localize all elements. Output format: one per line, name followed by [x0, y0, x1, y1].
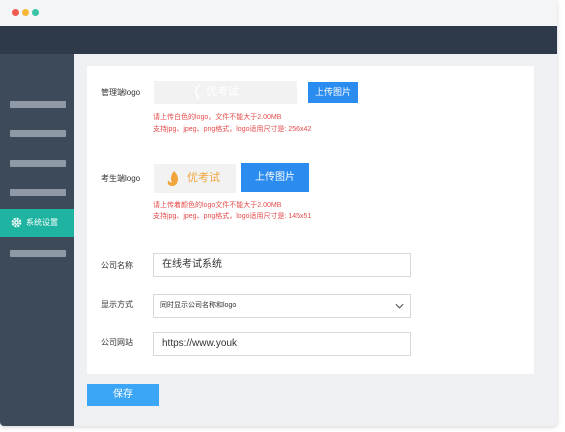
admin-logo-label: 管理端logo	[101, 88, 141, 97]
sidebar: 系统设置	[0, 54, 74, 426]
sidebar-item-placeholder	[10, 130, 66, 137]
sidebar-item-1[interactable]	[0, 90, 74, 118]
candidate-logo-preview: 优考试	[154, 164, 236, 193]
chevron-down-icon	[395, 303, 404, 309]
candidate-logo-hint-format: 支持jpg、jpeg、png格式，logo适用尺寸是: 145x51	[153, 213, 312, 220]
admin-logo-preview: 优考试	[154, 81, 297, 104]
admin-logo-text: 优考试	[206, 86, 239, 98]
display-mode-value: 同时显示公司名称和logo	[160, 302, 237, 309]
company-name-label: 公司名称	[101, 261, 133, 270]
gear-icon	[11, 217, 22, 228]
minimize-window-dot[interactable]	[22, 9, 29, 16]
admin-logo-hint-format: 支持jpg、jpeg、png格式，logo适用尺寸是: 256x42	[153, 126, 312, 133]
window-titlebar	[0, 0, 557, 26]
close-window-dot[interactable]	[12, 9, 19, 16]
app-window: 系统设置 管理端logo 优考试 上传图片 请上传白色的logo，文件不能大于2…	[0, 0, 557, 426]
save-button[interactable]: 保存	[87, 384, 159, 406]
candidate-logo-upload-button[interactable]: 上传图片	[241, 163, 309, 192]
admin-logo-hint-size: 请上传白色的logo，文件不能大于2.00MB	[153, 114, 282, 121]
company-site-label: 公司网站	[101, 338, 133, 347]
logo-flame-icon	[167, 171, 178, 186]
candidate-logo-text: 优考试	[187, 172, 220, 184]
sidebar-item-placeholder	[10, 160, 66, 167]
candidate-logo-label: 考生端logo	[101, 174, 141, 183]
admin-logo-upload-button[interactable]: 上传图片	[308, 82, 358, 103]
sidebar-item-placeholder	[10, 101, 66, 108]
main-content: 管理端logo 优考试 上传图片 请上传白色的logo，文件不能大于2.00MB…	[74, 54, 557, 426]
maximize-window-dot[interactable]	[32, 9, 39, 16]
sidebar-item-4[interactable]	[0, 178, 74, 206]
company-site-input[interactable]: https://www.youk	[153, 332, 411, 356]
top-header-bar	[0, 26, 557, 54]
display-mode-select[interactable]: 同时显示公司名称和logo	[153, 294, 411, 318]
display-mode-label: 显示方式	[101, 300, 133, 309]
sidebar-item-placeholder	[10, 250, 66, 257]
sidebar-item-placeholder	[10, 189, 66, 196]
sidebar-item-label: 系统设置	[26, 218, 58, 227]
logo-mark-icon	[195, 84, 201, 100]
settings-card: 管理端logo 优考试 上传图片 请上传白色的logo，文件不能大于2.00MB…	[87, 66, 534, 374]
company-name-input[interactable]: 在线考试系统	[153, 253, 411, 277]
sidebar-item-6[interactable]	[0, 239, 74, 267]
sidebar-item-system-settings[interactable]: 系统设置	[0, 209, 74, 237]
candidate-logo-hint-size: 请上传着颜色的logo文件不能大于2.00MB	[153, 202, 282, 209]
sidebar-item-3[interactable]	[0, 149, 74, 177]
sidebar-item-2[interactable]	[0, 119, 74, 147]
